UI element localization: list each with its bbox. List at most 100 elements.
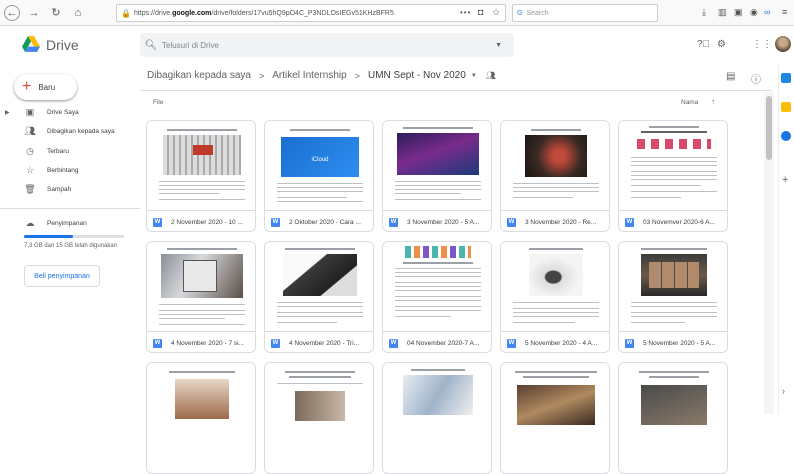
doc-title-line	[167, 248, 237, 250]
file-thumbnail	[147, 363, 255, 452]
help-icon[interactable]: ?⃝	[697, 39, 710, 50]
doc-title-line	[411, 369, 465, 371]
forward-icon[interactable]: →	[26, 5, 42, 21]
back-icon[interactable]: ←	[4, 4, 20, 21]
search-engine-icon: G	[517, 9, 523, 17]
sort-arrow-up-icon[interactable]: ↑	[711, 97, 715, 106]
pocket-icon[interactable]: ◘	[478, 7, 483, 17]
file-card[interactable]: W 3 November 2020 - Re...	[500, 120, 610, 232]
page-actions-icon[interactable]: •••	[460, 8, 471, 17]
doc-text-line	[159, 310, 245, 311]
info-icon[interactable]: ⓘ	[751, 71, 761, 86]
article-image	[641, 385, 707, 425]
search-options-icon[interactable]: ▼	[495, 42, 502, 49]
word-doc-icon: W	[625, 217, 634, 227]
word-doc-icon: W	[625, 338, 634, 348]
download-icon[interactable]: ⤓	[702, 7, 706, 18]
sidebar-item-starred[interactable]: ☆ Berbintang	[0, 161, 138, 179]
file-name: 3 November 2020 - Re...	[525, 218, 597, 226]
bookmark-star-icon[interactable]: ☆	[492, 7, 500, 18]
breadcrumb-root[interactable]: Dibagikan kepada saya	[147, 70, 251, 81]
sidebar-item-trash[interactable]: 🗑︎ Sampah	[0, 180, 138, 198]
scrollbar-thumb[interactable]	[766, 96, 772, 160]
file-card[interactable]: W 4 November 2020 - Tri...	[264, 241, 374, 353]
file-thumbnail	[619, 242, 727, 331]
doc-text-line	[395, 272, 481, 273]
sidebar-toggle-icon[interactable]: ▣	[734, 7, 743, 18]
file-thumbnail	[265, 242, 373, 331]
search-placeholder: Telusuri di Drive	[162, 40, 219, 50]
side-panel-rail	[778, 64, 794, 414]
keep-icon[interactable]	[781, 102, 791, 112]
file-card[interactable]: iCloud W 2 Oktober 2020 - Cara ...	[264, 120, 374, 232]
reload-icon[interactable]: ↻	[48, 5, 64, 21]
avatar[interactable]	[775, 36, 791, 52]
breadcrumb-level1[interactable]: Artikel Internship	[272, 70, 346, 81]
file-card[interactable]: W 4 November 2020 - 7 si...	[146, 241, 256, 353]
tasks-icon[interactable]	[781, 131, 791, 141]
search-icon[interactable]: 🔍︎	[140, 40, 162, 51]
article-image	[517, 385, 595, 425]
file-card[interactable]: W 2 November 2020 - 10 ...	[146, 120, 256, 232]
file-thumbnail	[383, 363, 491, 452]
browser-search-placeholder: Search	[526, 9, 549, 17]
menu-icon[interactable]: ≡	[782, 7, 787, 17]
doc-title-line	[169, 371, 235, 373]
drive-search-input[interactable]: 🔍︎ Telusuri di Drive ▼	[140, 33, 514, 57]
file-thumbnail	[501, 242, 609, 331]
sidebar-item-shared[interactable]: 👥︎ Dibagikan kepada saya	[0, 122, 138, 140]
file-card[interactable]	[146, 362, 256, 474]
app-title[interactable]: Drive	[46, 37, 79, 53]
sidebar-item-my-drive[interactable]: ▶ ▣ Drive Saya	[0, 103, 138, 121]
new-button[interactable]: + Baru	[14, 74, 77, 100]
doc-text-line	[277, 316, 363, 317]
file-card[interactable]	[500, 362, 610, 474]
article-image	[295, 391, 345, 421]
file-thumbnail	[265, 363, 373, 452]
home-icon[interactable]: ⌂	[70, 5, 86, 21]
browser-search-input[interactable]: G Search	[512, 4, 658, 22]
calendar-icon[interactable]	[781, 73, 791, 83]
file-card[interactable]	[382, 362, 492, 474]
file-card[interactable]: W 03 Novemver 2020-6 A...	[618, 120, 728, 232]
settings-gear-icon[interactable]: ⚙	[717, 39, 726, 50]
breadcrumb-current[interactable]: UMN Sept - Nov 2020	[368, 70, 466, 81]
file-thumbnail	[619, 121, 727, 210]
doc-text-line	[631, 302, 717, 303]
sidebar-item-recent[interactable]: ◷ Terbaru	[0, 142, 138, 160]
sidebar-item-label: Berbintang	[47, 166, 79, 174]
doc-text-line	[159, 324, 245, 325]
concert-image	[397, 133, 479, 175]
doc-text-line	[631, 312, 717, 313]
shared-folder-icon[interactable]: 👥︎	[486, 71, 496, 80]
file-card[interactable]	[264, 362, 374, 474]
file-name: 2 Oktober 2020 - Cara ...	[289, 218, 361, 226]
sort-name-button[interactable]: Nama	[681, 99, 698, 106]
file-thumbnail	[383, 121, 491, 210]
drive-logo-icon[interactable]	[22, 36, 40, 52]
sidebar-item-storage[interactable]: ☁ Penyimpanan	[0, 214, 138, 232]
list-view-icon[interactable]: ▤	[726, 71, 735, 82]
doc-text-line	[277, 183, 363, 184]
file-card[interactable]: W 5 November 2020 - 4 A...	[500, 241, 610, 353]
expand-panel-icon[interactable]: ›	[782, 386, 785, 396]
doc-text-line	[395, 189, 481, 190]
image-detail	[183, 260, 217, 292]
file-name: 3 November 2020 - 5 A...	[407, 218, 480, 226]
doc-text-line	[395, 306, 481, 307]
file-card[interactable]: W 5 November 2020 - 5 A...	[618, 241, 728, 353]
chevron-down-icon[interactable]: ▼	[471, 73, 477, 79]
add-addon-icon[interactable]: +	[782, 174, 788, 186]
shared-people-icon: 👥︎	[24, 125, 36, 136]
extension-2-icon[interactable]: ∞	[764, 7, 770, 17]
plus-icon: +	[22, 78, 32, 95]
file-card[interactable]	[618, 362, 728, 474]
expand-caret-icon[interactable]: ▶	[5, 109, 10, 116]
file-card[interactable]: W 04 November 2020-7 A...	[382, 241, 492, 353]
buy-storage-button[interactable]: Beli penyimpanan	[24, 265, 100, 287]
chevron-right-icon: >	[258, 70, 265, 81]
library-icon[interactable]: ▥	[718, 7, 727, 18]
address-bar[interactable]: 🔒 https://drive. google.com/drive/folders…	[116, 4, 506, 22]
file-card[interactable]: W 3 November 2020 - 5 A...	[382, 120, 492, 232]
extension-icon[interactable]: ◉	[750, 7, 758, 18]
